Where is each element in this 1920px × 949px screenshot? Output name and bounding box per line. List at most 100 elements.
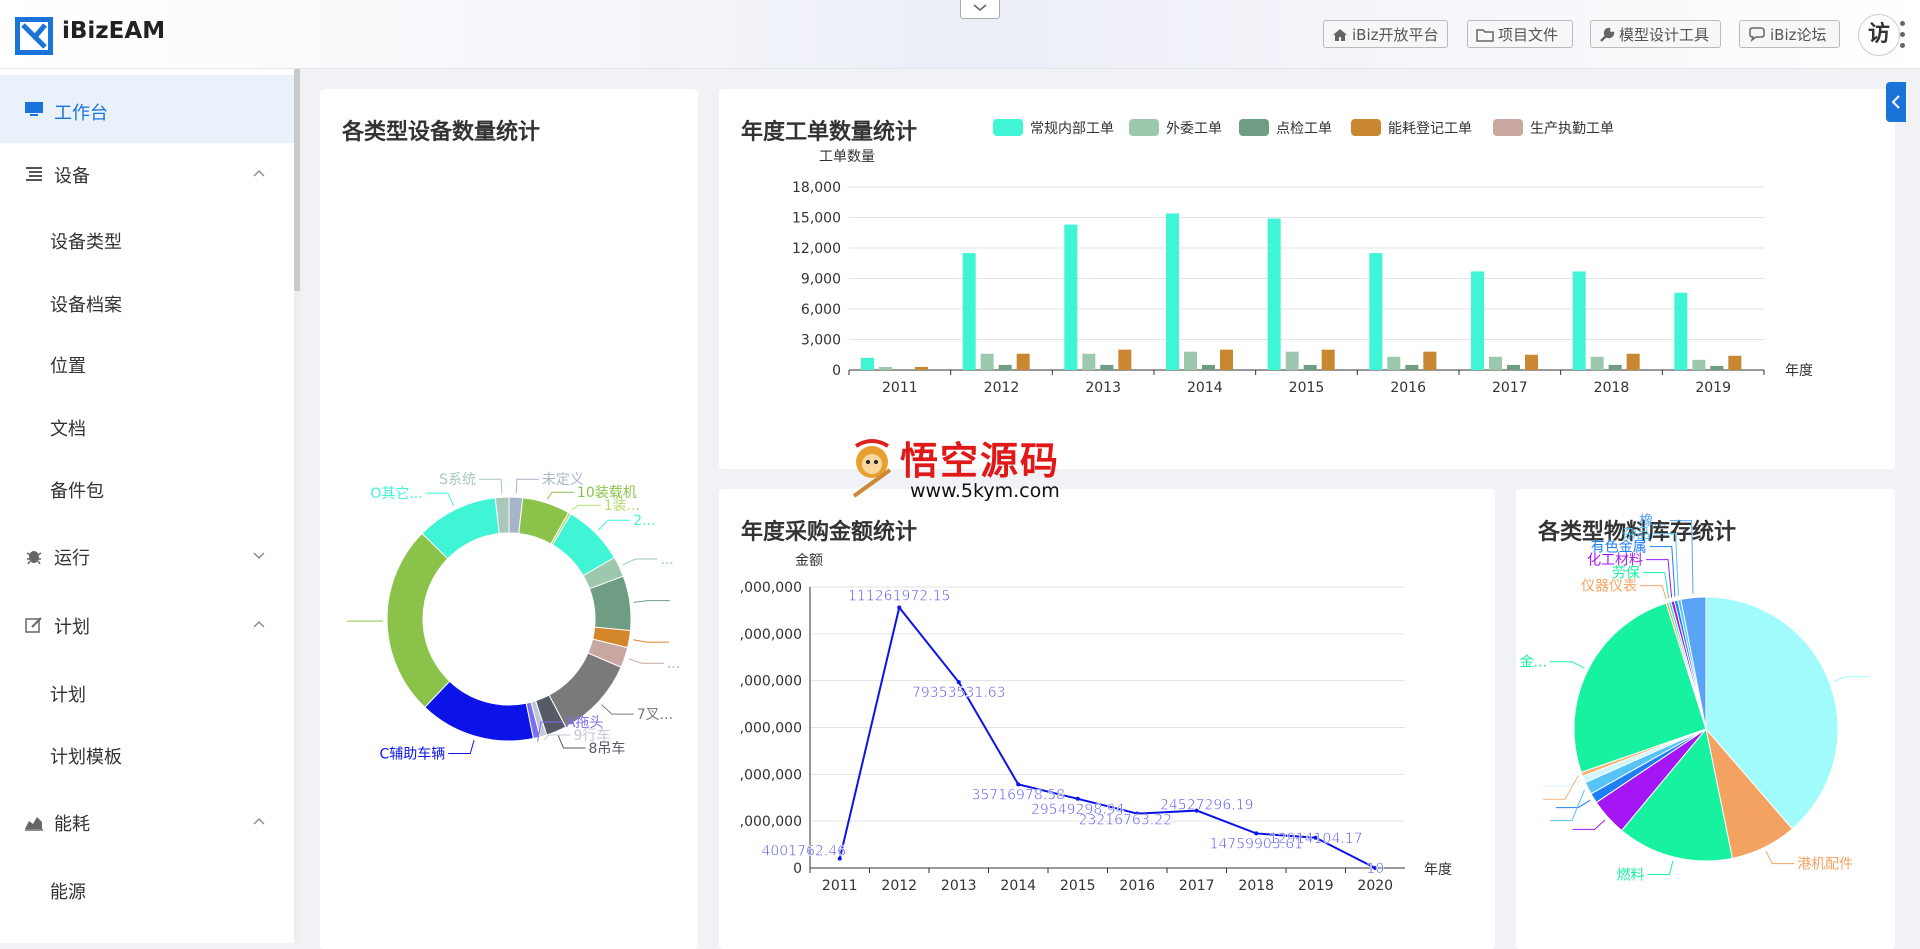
- x-tick-label: 2013: [941, 878, 977, 894]
- sidebar-item-plan-list[interactable]: 计划: [50, 681, 86, 707]
- y-tick-label: 12,000: [792, 241, 841, 257]
- material-label-line: [1573, 820, 1605, 829]
- open-platform-button[interactable]: iBiz开放平台: [1323, 20, 1448, 48]
- bar: [1692, 360, 1705, 370]
- sidebar-item-workbench[interactable]: 工作台: [0, 75, 294, 143]
- donut-label-line: [448, 740, 474, 753]
- y-tick-label: 18,000: [792, 180, 841, 196]
- sidebar-item-energy[interactable]: 能耗: [0, 792, 294, 852]
- data-label: 111261972.15: [848, 588, 950, 604]
- y-tick-label: ,000,000: [740, 721, 802, 737]
- x-axis-title: 年度: [1785, 363, 1813, 379]
- sidebar-item-plan-template[interactable]: 计划模板: [50, 743, 122, 769]
- bar: [981, 354, 994, 370]
- header-collapse-button[interactable]: [960, 0, 1000, 19]
- monitor-icon: [24, 99, 44, 119]
- sidebar-menu: 工作台 设备 设备类型 设备档案 位置 文档 备件包 运行 计划 计划 计划模板…: [0, 69, 294, 943]
- bar: [1525, 355, 1538, 370]
- x-tick-label: 2013: [1085, 380, 1121, 396]
- ibiz-forum-button[interactable]: iBiz论坛: [1739, 20, 1840, 48]
- right-panel-toggle[interactable]: [1886, 82, 1906, 122]
- material-slice-label: 橡...: [1639, 514, 1666, 530]
- x-tick-label: 2011: [882, 380, 918, 396]
- legend-swatch: [1493, 119, 1523, 136]
- sidebar-item-equipment-type[interactable]: 设备类型: [50, 228, 122, 254]
- data-label: 10: [1366, 861, 1384, 877]
- bug-icon: [24, 546, 44, 566]
- x-tick-label: 2020: [1357, 878, 1393, 894]
- purchase-amount-card: 年度采购金额统计 金额年度0,000,000,000,000,000,000,0…: [719, 489, 1495, 949]
- x-tick-label: 2012: [984, 380, 1020, 396]
- material-label-line: [1550, 662, 1585, 668]
- legend-label: 常规内部工单: [1030, 121, 1114, 137]
- x-tick-label: 2019: [1695, 380, 1731, 396]
- legend-label: 外委工单: [1166, 121, 1222, 137]
- data-label: 24527296.19: [1160, 798, 1254, 814]
- material-label-line: [1543, 776, 1578, 800]
- donut-slice-label: ...: [660, 552, 673, 568]
- project-files-button[interactable]: 项目文件: [1467, 20, 1573, 48]
- donut-label-line: [601, 705, 633, 715]
- legend-swatch: [1129, 119, 1159, 136]
- donut-slice-label: 7叉...: [637, 707, 673, 723]
- bar: [1423, 352, 1436, 370]
- bar: [1286, 352, 1299, 370]
- donut-label-line: [598, 520, 630, 530]
- donut-slice-label: S系统: [439, 472, 476, 488]
- y-tick-label: ,000,000: [740, 674, 802, 690]
- bar: [1100, 365, 1113, 370]
- watermark: 悟空源码 www.5kym.com: [846, 430, 1076, 508]
- data-point: [1076, 797, 1080, 801]
- equipment-count-card: 各类型设备数量统计 未定义10装载机1装...2.........7叉...8吊…: [320, 89, 698, 949]
- data-point: [1016, 782, 1020, 786]
- open-platform-label: iBiz开放平台: [1352, 26, 1439, 44]
- bar: [1507, 365, 1520, 370]
- material-label-line: [1670, 521, 1693, 594]
- material-label-line: [1647, 861, 1672, 875]
- sidebar-item-equipment-archive[interactable]: 设备档案: [50, 291, 122, 317]
- y-tick-label: ,000,000: [740, 767, 802, 783]
- x-tick-label: 2019: [1298, 878, 1334, 894]
- material-label-line: [1833, 677, 1868, 682]
- bar: [1728, 356, 1741, 370]
- y-tick-label: 6,000: [801, 302, 841, 318]
- watermark-url: www.5kym.com: [910, 480, 1060, 502]
- bar: [963, 253, 976, 370]
- donut-label-line: [572, 505, 601, 510]
- bar: [1674, 293, 1687, 370]
- sidebar-item-plan[interactable]: 计划: [0, 595, 294, 655]
- y-tick-label: 9,000: [801, 272, 841, 288]
- folder-icon: [1476, 27, 1494, 43]
- sidebar-item-energy-source[interactable]: 能源: [50, 878, 86, 904]
- chevron-up-icon: [252, 168, 266, 178]
- sidebar-item-operation[interactable]: 运行: [0, 526, 294, 586]
- y-tick-label: ,000,000: [740, 580, 802, 596]
- chevron-up-icon: [252, 619, 266, 629]
- sidebar-item-spare-kit[interactable]: 备件包: [50, 477, 104, 503]
- material-slice-label: 燃料: [1616, 866, 1644, 883]
- bar: [1471, 271, 1484, 370]
- x-tick-label: 2017: [1492, 380, 1528, 396]
- user-avatar[interactable]: 访: [1858, 14, 1900, 56]
- material-label-line: [1556, 800, 1590, 807]
- y-tick-label: 15,000: [792, 211, 841, 227]
- y-tick-label: 0: [793, 861, 802, 877]
- bar: [1166, 213, 1179, 370]
- model-design-tool-button[interactable]: 模型设计工具: [1590, 20, 1721, 48]
- bar: [879, 367, 892, 370]
- donut-slice-label: A拖头: [566, 715, 604, 731]
- sidebar-item-location[interactable]: 位置: [50, 352, 86, 378]
- data-label: 79353531.63: [912, 685, 1006, 701]
- card-title: 各类型设备数量统计: [342, 114, 540, 146]
- bar: [1387, 357, 1400, 370]
- sidebar-item-equipment[interactable]: 设备: [0, 144, 294, 204]
- sidebar-scrollbar-thumb[interactable]: [294, 69, 300, 291]
- sidebar-item-documents[interactable]: 文档: [50, 415, 86, 441]
- bar: [1118, 350, 1131, 370]
- donut-label-line: [629, 659, 664, 663]
- donut-label-line: [516, 479, 539, 493]
- data-label: 4001762.46: [761, 844, 846, 860]
- donut-slice-label: 2...: [633, 513, 655, 529]
- bar: [1082, 354, 1095, 370]
- more-menu-icon[interactable]: [1900, 18, 1906, 50]
